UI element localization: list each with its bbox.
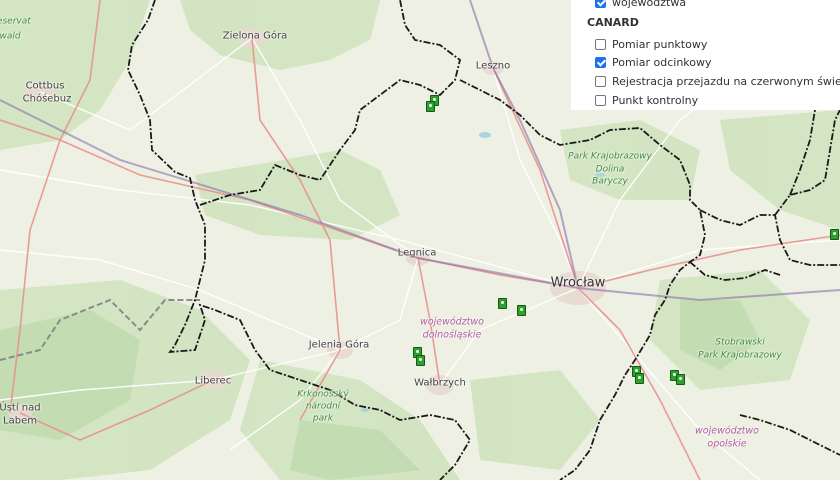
speed-camera-marker[interactable] [830,229,839,240]
speed-camera-marker[interactable] [426,101,435,112]
layer-pomiar-odcinkowy[interactable]: Pomiar odcinkowy [595,54,712,70]
checkbox-punkt-kontrolny[interactable] [595,94,606,106]
label-liberec: Liberec [194,375,232,387]
layer-pomiar-odcinkowy-label: Pomiar odcinkowy [612,55,712,69]
layer-rejestracja-czerwone[interactable]: Rejestracja przejazdu na czerwonym świet… [595,73,840,89]
label-leszno: Leszno [475,60,511,72]
layer-punkt-kontrolny-label: Punkt kontrolny [612,93,699,107]
checkbox-wojewodztwa[interactable] [595,0,606,8]
speed-camera-marker[interactable] [498,298,507,309]
layer-wojewodztwa[interactable]: województwa [595,0,686,10]
checkbox-pomiar-odcinkowy[interactable] [595,56,606,68]
label-zielona-gora: Zielona Góra [222,30,288,42]
label-region-dolnoslaskie-1: województwo [420,316,484,328]
layer-punkt-kontrolny[interactable]: Punkt kontrolny [595,92,698,108]
speed-camera-marker[interactable] [635,373,644,384]
label-region-opolskie-2: opolskie [707,438,747,450]
layers-panel: województwa CANARD Pomiar punktowy Pomia… [571,0,840,110]
layers-section-title: CANARD [587,16,639,29]
label-park-dolina-baryczy-3: Baryczy [592,176,628,187]
label-cottbus: Cottbus [25,80,65,92]
checkbox-rejestracja-czerwone[interactable] [595,75,606,87]
label-park-dolina-baryczy-2: Dolina [595,164,625,175]
label-region-dolnoslaskie-2: dolnośląskie [422,329,482,341]
layer-wojewodztwa-label: województwa [612,0,687,9]
label-usti-line2: Labem [3,415,37,427]
label-park-krkonossky-1: Krkonošský [297,389,349,400]
label-region-opolskie-1: województwo [695,425,759,437]
checkbox-pomiar-punktowy[interactable] [595,38,606,50]
label-usti-line1: Ústí nad [0,402,41,414]
layer-pomiar-punktowy[interactable]: Pomiar punktowy [595,36,707,52]
label-park-krkonossky-2: národní [305,401,341,412]
label-legnica: Legnica [397,247,437,259]
layer-rejestracja-czerwone-label: Rejestracja przejazdu na czerwonym świet… [612,74,840,88]
label-chosebuz: Chóśebuz [22,93,72,105]
label-wroclaw: Wrocław [550,275,606,291]
label-park-stobrawski-2: Park Krajobrazowy [698,350,782,361]
label-walbrzych: Wałbrzych [414,377,466,389]
label-park-krkonossky-3: park [312,413,334,424]
label-wald: wald [0,31,21,42]
label-park-stobrawski-1: Stobrawski [715,337,765,348]
speed-camera-marker[interactable] [517,305,526,316]
label-park-dolina-baryczy-1: Park Krajobrazowy [568,151,652,162]
layer-pomiar-punktowy-label: Pomiar punktowy [612,37,708,51]
speed-camera-marker[interactable] [416,355,425,366]
label-reservat: reservat [0,16,31,27]
speed-camera-marker[interactable] [676,374,685,385]
label-jelenia-gora: Jelenia Góra [308,339,370,351]
